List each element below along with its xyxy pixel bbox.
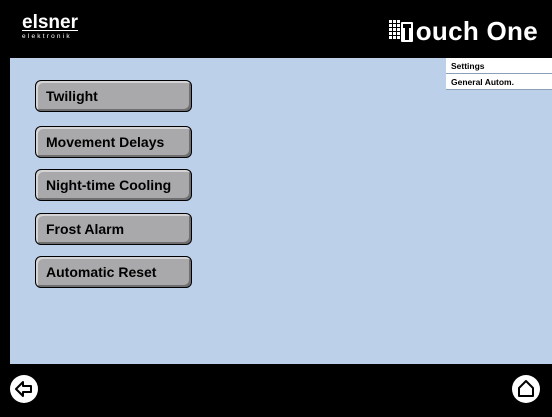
home-icon <box>518 380 534 397</box>
breadcrumb-settings[interactable]: Settings <box>446 58 552 74</box>
breadcrumb: Settings General Autom. <box>446 58 552 90</box>
building-grid-icon <box>387 19 414 43</box>
brand-name: elsner <box>22 12 78 33</box>
movement-delays-button[interactable]: Movement Delays <box>35 126 192 158</box>
footer-bar <box>0 364 552 417</box>
brand-subtitle: elektronik <box>22 33 72 40</box>
product-name: ouch One <box>415 16 538 46</box>
main-panel: Settings General Autom. Twilight Movemen… <box>10 58 552 364</box>
twilight-button[interactable]: Twilight <box>35 80 192 112</box>
back-button[interactable] <box>10 375 38 403</box>
home-button[interactable] <box>512 375 540 403</box>
automatic-reset-button[interactable]: Automatic Reset <box>35 256 192 288</box>
product-title: ouch One <box>387 16 538 46</box>
brand-logo: elsner elektronik <box>22 12 78 41</box>
breadcrumb-general-autom: General Autom. <box>446 74 552 90</box>
night-time-cooling-button[interactable]: Night-time Cooling <box>35 169 192 201</box>
back-arrow-icon <box>15 381 32 397</box>
header-bar: elsner elektronik ouch One <box>0 0 552 58</box>
frost-alarm-button[interactable]: Frost Alarm <box>35 213 192 245</box>
